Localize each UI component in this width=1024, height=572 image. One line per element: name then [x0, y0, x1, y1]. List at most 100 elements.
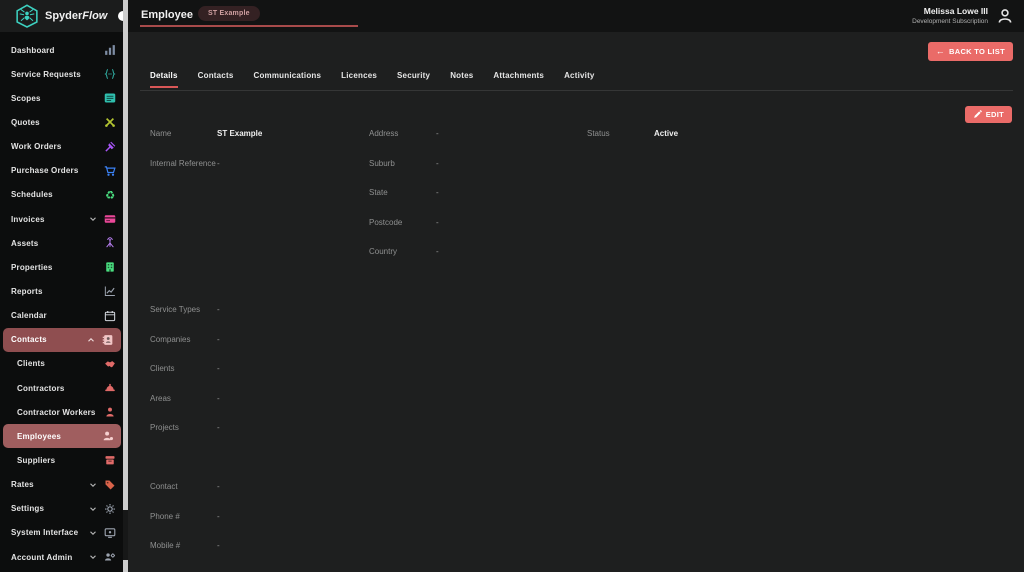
details-column-status: StatusActive [587, 127, 847, 157]
field-label: Areas [150, 394, 217, 403]
sidebar-nav: Dashboard Service Requests ScopesQuotesWor… [0, 38, 123, 569]
user-name: Melissa Lowe III [912, 6, 988, 16]
tag-icon [104, 479, 116, 491]
sidebar-item-properties[interactable]: Properties [0, 255, 123, 279]
field-value: Active [654, 129, 678, 138]
record-name-chip: ST Example [198, 6, 260, 21]
field-row-mobile: Mobile #- [150, 539, 450, 552]
field-value: - [217, 364, 220, 373]
field-value: - [436, 218, 439, 227]
field-row-areas: Areas- [150, 392, 450, 405]
sidebar-item-label: System Interface [11, 528, 88, 537]
sidebar-item-label: Suppliers [17, 456, 98, 465]
sidebar-item-system-interface[interactable]: System Interface [0, 521, 123, 545]
sidebar-item-employees[interactable]: Employees [3, 424, 121, 448]
field-label: Companies [150, 335, 217, 344]
sidebar-item-label: Contractor Workers [17, 408, 98, 417]
sidebar-item-scopes[interactable]: Scopes [0, 86, 123, 110]
user-subscription: Development Subscription [912, 18, 988, 25]
supplier-box-icon [104, 454, 116, 466]
sidebar-item-dashboard[interactable]: Dashboard [0, 38, 123, 62]
sidebar-item-purchase-orders[interactable]: Purchase Orders [0, 159, 123, 183]
sidebar-item-clients[interactable]: Clients [0, 352, 123, 376]
tab-attachments[interactable]: Attachments [493, 71, 544, 88]
sidebar-item-quotes[interactable]: Quotes [0, 110, 123, 134]
field-label: State [369, 188, 436, 197]
sidebar-item-label: Service Requests [11, 70, 98, 79]
person-icon [104, 406, 116, 418]
sidebar-item-schedules[interactable]: Schedules ♻ [0, 183, 123, 207]
field-label: Suburb [369, 159, 436, 168]
edit-label: EDIT [986, 110, 1004, 119]
details-column-address: Address-Suburb-State-Postcode-Country- [369, 127, 581, 275]
tab-security[interactable]: Security [397, 71, 430, 88]
chevron-down-icon [88, 480, 98, 490]
field-row-service-types: Service Types- [150, 303, 450, 316]
bar-chart-icon [104, 44, 116, 56]
sidebar-item-contractor-workers[interactable]: Contractor Workers [0, 400, 123, 424]
field-label: Postcode [369, 218, 436, 227]
sidebar-item-contacts[interactable]: Contacts [3, 328, 121, 352]
sidebar-item-label: Clients [17, 359, 98, 368]
field-row-projects: Projects- [150, 421, 450, 434]
sidebar-item-service-requests[interactable]: Service Requests [0, 62, 123, 86]
sidebar-item-contractors[interactable]: Contractors [0, 376, 123, 400]
field-row-suburb: Suburb- [369, 157, 581, 170]
building-icon [104, 261, 116, 273]
tab-activity[interactable]: Activity [564, 71, 595, 88]
field-value: - [217, 394, 220, 403]
top-bar: Employee ST Example Melissa Lowe III Dev… [128, 0, 1024, 32]
chevron-down-icon [88, 214, 98, 224]
field-label: Name [150, 129, 217, 138]
field-row-name: NameST Example [150, 127, 362, 140]
recycle-icon: ♻ [104, 189, 116, 201]
field-row-phone: Phone #- [150, 510, 450, 523]
page-title: Employee [141, 9, 193, 21]
sidebar-item-label: Employees [17, 432, 96, 441]
chevron-down-icon [88, 552, 98, 562]
field-label: Clients [150, 364, 217, 373]
sidebar-item-label: Calendar [11, 311, 98, 320]
tab-notes[interactable]: Notes [450, 71, 473, 88]
back-to-list-button[interactable]: ← BACK TO LIST [928, 42, 1013, 61]
sidebar-item-rates[interactable]: Rates [0, 473, 123, 497]
field-value: - [436, 188, 439, 197]
tab-bar-divider [140, 90, 1013, 91]
sidebar-item-suppliers[interactable]: Suppliers [0, 448, 123, 472]
user-profile-icon[interactable] [996, 7, 1014, 25]
field-value: - [217, 423, 220, 432]
sidebar-item-reports[interactable]: Reports [0, 279, 123, 303]
field-label: Status [587, 129, 654, 138]
sidebar-item-label: Schedules [11, 190, 98, 199]
sidebar-item-calendar[interactable]: Calendar [0, 304, 123, 328]
field-row-status: StatusActive [587, 127, 847, 140]
tab-details[interactable]: Details [150, 71, 178, 88]
field-row-contact: Contact- [150, 480, 450, 493]
sidebar-header: SpyderFlow [0, 0, 128, 32]
field-row-address: Address- [369, 127, 581, 140]
field-value: - [217, 335, 220, 344]
person-badge-icon [102, 430, 114, 442]
sidebar-item-invoices[interactable]: Invoices [0, 207, 123, 231]
field-row-companies: Companies- [150, 333, 450, 346]
sidebar-item-label: Dashboard [11, 46, 98, 55]
sidebar-item-label: Purchase Orders [11, 166, 98, 175]
field-value: - [217, 482, 220, 491]
edit-button[interactable]: EDIT [965, 106, 1012, 123]
sidebar-item-account-admin[interactable]: Account Admin [0, 545, 123, 569]
field-label: Phone # [150, 512, 217, 521]
chevron-down-icon [88, 528, 98, 538]
sidebar-item-work-orders[interactable]: Work Orders [0, 135, 123, 159]
tab-bar: Details Contacts Communications Licences Sec… [150, 71, 595, 88]
sidebar-item-label: Account Admin [11, 553, 88, 562]
chevron-down-icon [88, 504, 98, 514]
field-label: Country [369, 247, 436, 256]
tab-communications[interactable]: Communications [253, 71, 321, 88]
tab-contacts[interactable]: Contacts [198, 71, 234, 88]
sidebar-item-settings[interactable]: Settings [0, 497, 123, 521]
sidebar-item-assets[interactable]: Assets [0, 231, 123, 255]
scope-list-icon [104, 92, 116, 104]
sidebar-item-label: Contractors [17, 384, 98, 393]
field-value: ST Example [217, 129, 262, 138]
tab-licences[interactable]: Licences [341, 71, 377, 88]
